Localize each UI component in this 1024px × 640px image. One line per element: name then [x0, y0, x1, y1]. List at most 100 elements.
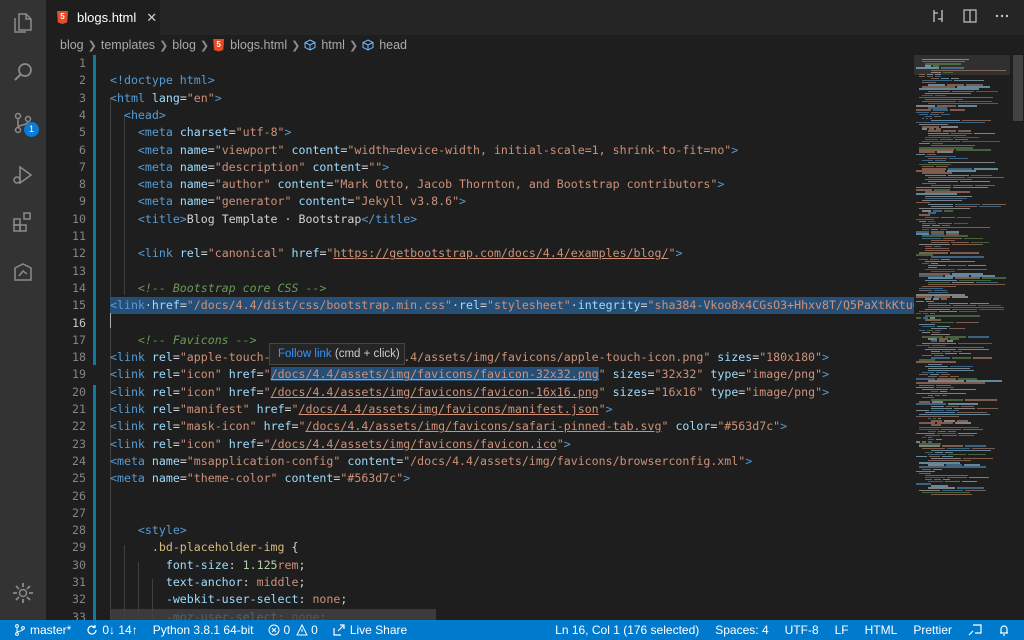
line-content: <!doctype html>	[110, 73, 215, 88]
code-line[interactable]: 1	[46, 55, 914, 72]
line-content: <link rel="canonical" href="https://getb…	[137, 246, 683, 261]
code-line[interactable]: 22 <link rel="mask-icon" href="/docs/4.4/…	[46, 418, 914, 435]
encoding[interactable]: UTF-8	[785, 620, 819, 640]
cursor-position[interactable]: Ln 16, Col 1 (176 selected)	[555, 620, 699, 640]
line-number: 23	[72, 436, 86, 451]
code-line[interactable]: 15 <link·href="/docs/4.4/dist/css/bootstr…	[46, 297, 914, 315]
minimap-line	[958, 342, 992, 344]
code-line[interactable]: 32 -webkit-user-select: none;	[46, 591, 914, 608]
extensions-icon[interactable]	[8, 207, 38, 237]
python-interpreter[interactable]: Python 3.8.1 64-bit	[153, 620, 254, 640]
sync-status[interactable]: 0↓ 14↑	[86, 620, 138, 640]
code-line[interactable]: 12 <link rel="canonical" href="https://g…	[46, 245, 914, 262]
breadcrumb-item[interactable]: blog	[60, 38, 84, 52]
line-content: -webkit-user-select: none;	[165, 592, 348, 607]
code-line[interactable]: 8 <meta name="author" content="Mark Otto…	[46, 176, 914, 193]
code-line[interactable]: 20 <link rel="icon" href="/docs/4.4/asset…	[46, 384, 914, 401]
tab-blogs-html[interactable]: 5 blogs.html ✕	[46, 0, 160, 35]
breadcrumb-item[interactable]: templates	[101, 38, 155, 52]
chevron-right-icon: ❯	[199, 39, 210, 52]
code-line[interactable]: 27	[46, 505, 914, 522]
code-line[interactable]: 14 <!-- Bootstrap core CSS -->	[46, 280, 914, 297]
line-number: 31	[72, 575, 86, 589]
notifications-bell-icon[interactable]	[998, 620, 1010, 640]
minimap-line	[973, 357, 992, 359]
explorer-icon[interactable]	[8, 8, 38, 38]
code-line[interactable]: 19 <link rel="icon" href="/docs/4.4/asset…	[46, 366, 914, 383]
breadcrumb-item[interactable]: blog	[172, 38, 196, 52]
line-content: <meta name="viewport" content="width=dev…	[137, 142, 739, 157]
line-content: <meta name="description" content="">	[137, 159, 390, 174]
feedback-icon[interactable]	[968, 620, 982, 640]
settings-gear-icon[interactable]	[8, 578, 38, 608]
code-line[interactable]: 5 <meta charset="utf-8">	[46, 124, 914, 141]
code-line[interactable]: 23 <link rel="icon" href="/docs/4.4/asset…	[46, 436, 914, 453]
code-line[interactable]: 26	[46, 488, 914, 505]
code-line[interactable]: 31 text-anchor: middle;	[46, 574, 914, 591]
language-mode[interactable]: HTML	[865, 620, 898, 640]
line-number: 13	[72, 263, 86, 278]
live-share-button[interactable]: Live Share	[333, 620, 407, 640]
code-editor[interactable]: 1 2 <!doctype html> 3 <html lang="en"> 4 <hea…	[46, 55, 914, 620]
search-icon[interactable]	[8, 57, 38, 87]
scrollbar-thumb[interactable]	[1013, 55, 1023, 121]
sync-icon	[87, 625, 97, 635]
end-of-line[interactable]: LF	[835, 620, 849, 640]
code-line[interactable]: 9 <meta name="generator" content="Jekyll…	[46, 193, 914, 210]
html-file-icon: 5	[213, 38, 225, 52]
line-number: 27	[72, 505, 86, 520]
minimap-line	[948, 264, 966, 267]
code-line[interactable]: 30 font-size: 1.125rem;	[46, 557, 914, 574]
code-line[interactable]: 17 <!-- Favicons -->	[46, 332, 914, 349]
line-content: <meta name="generator" content="Jekyll v…	[137, 194, 467, 209]
line-number: 8	[79, 177, 86, 192]
code-line[interactable]: 13	[46, 263, 914, 280]
remote-explorer-icon[interactable]	[8, 257, 38, 287]
formatter[interactable]: Prettier	[913, 620, 952, 640]
chevron-right-icon: ❯	[159, 39, 169, 52]
code-line[interactable]: 25 <meta name="theme-color" content="#563…	[46, 470, 914, 487]
minimap-line	[936, 439, 942, 441]
code-line[interactable]: 28 <style>	[46, 522, 914, 539]
code-line[interactable]: 3 <html lang="en">	[46, 90, 914, 107]
minimap[interactable]	[914, 55, 1010, 620]
indentation[interactable]: Spaces: 4	[715, 620, 768, 640]
code-line[interactable]: 29 .bd-placeholder-img {	[46, 539, 914, 556]
minimap-line	[949, 327, 965, 330]
minimap-line	[922, 128, 927, 130]
minimap-line	[958, 105, 977, 107]
code-line[interactable]: 6 <meta name="viewport" content="width=d…	[46, 142, 914, 159]
code-line[interactable]: 24 <meta name="msapplication-config" cont…	[46, 453, 914, 470]
code-line[interactable]: 7 <meta name="description" content="">	[46, 159, 914, 176]
minimap-line	[959, 311, 977, 313]
follow-link[interactable]: Follow link	[278, 348, 332, 360]
code-line[interactable]: 2 <!doctype html>	[46, 72, 914, 89]
branch-status[interactable]: master*	[14, 620, 71, 640]
problems-status[interactable]: 0 0	[268, 620, 318, 640]
code-line[interactable]: 10 <title>Blog Template · Bootstrap</tit…	[46, 211, 914, 228]
open-changes-icon[interactable]	[930, 8, 946, 24]
line-number: 16	[72, 315, 86, 330]
vertical-scrollbar[interactable]	[1012, 55, 1024, 620]
breadcrumb-item[interactable]: html	[321, 38, 345, 52]
minimap-line	[939, 311, 957, 313]
close-icon[interactable]: ✕	[146, 10, 157, 26]
code-line[interactable]: 11	[46, 228, 914, 245]
code-line[interactable]: 21 <link rel="manifest" href="/docs/4.4/a…	[46, 401, 914, 418]
horizontal-scrollbar[interactable]	[110, 609, 436, 620]
run-debug-icon[interactable]	[8, 160, 38, 190]
line-number: 12	[72, 246, 86, 261]
breadcrumb-item[interactable]: blogs.html	[230, 38, 287, 52]
breadcrumb-item[interactable]: head	[379, 38, 407, 52]
code-line[interactable]: 16	[46, 315, 914, 332]
split-editor-icon[interactable]	[962, 8, 978, 24]
error-count: 0	[283, 623, 291, 637]
code-line[interactable]: 18 <link rel="apple-touch-icon" href="/do…	[46, 349, 914, 366]
more-actions-icon[interactable]	[994, 8, 1010, 24]
line-number: 28	[72, 523, 86, 538]
code-line[interactable]: 4 <head>	[46, 107, 914, 124]
warning-count: 0	[311, 623, 318, 637]
minimap-line	[916, 153, 925, 155]
minimap-line	[950, 388, 976, 391]
minimap-line	[941, 298, 947, 300]
